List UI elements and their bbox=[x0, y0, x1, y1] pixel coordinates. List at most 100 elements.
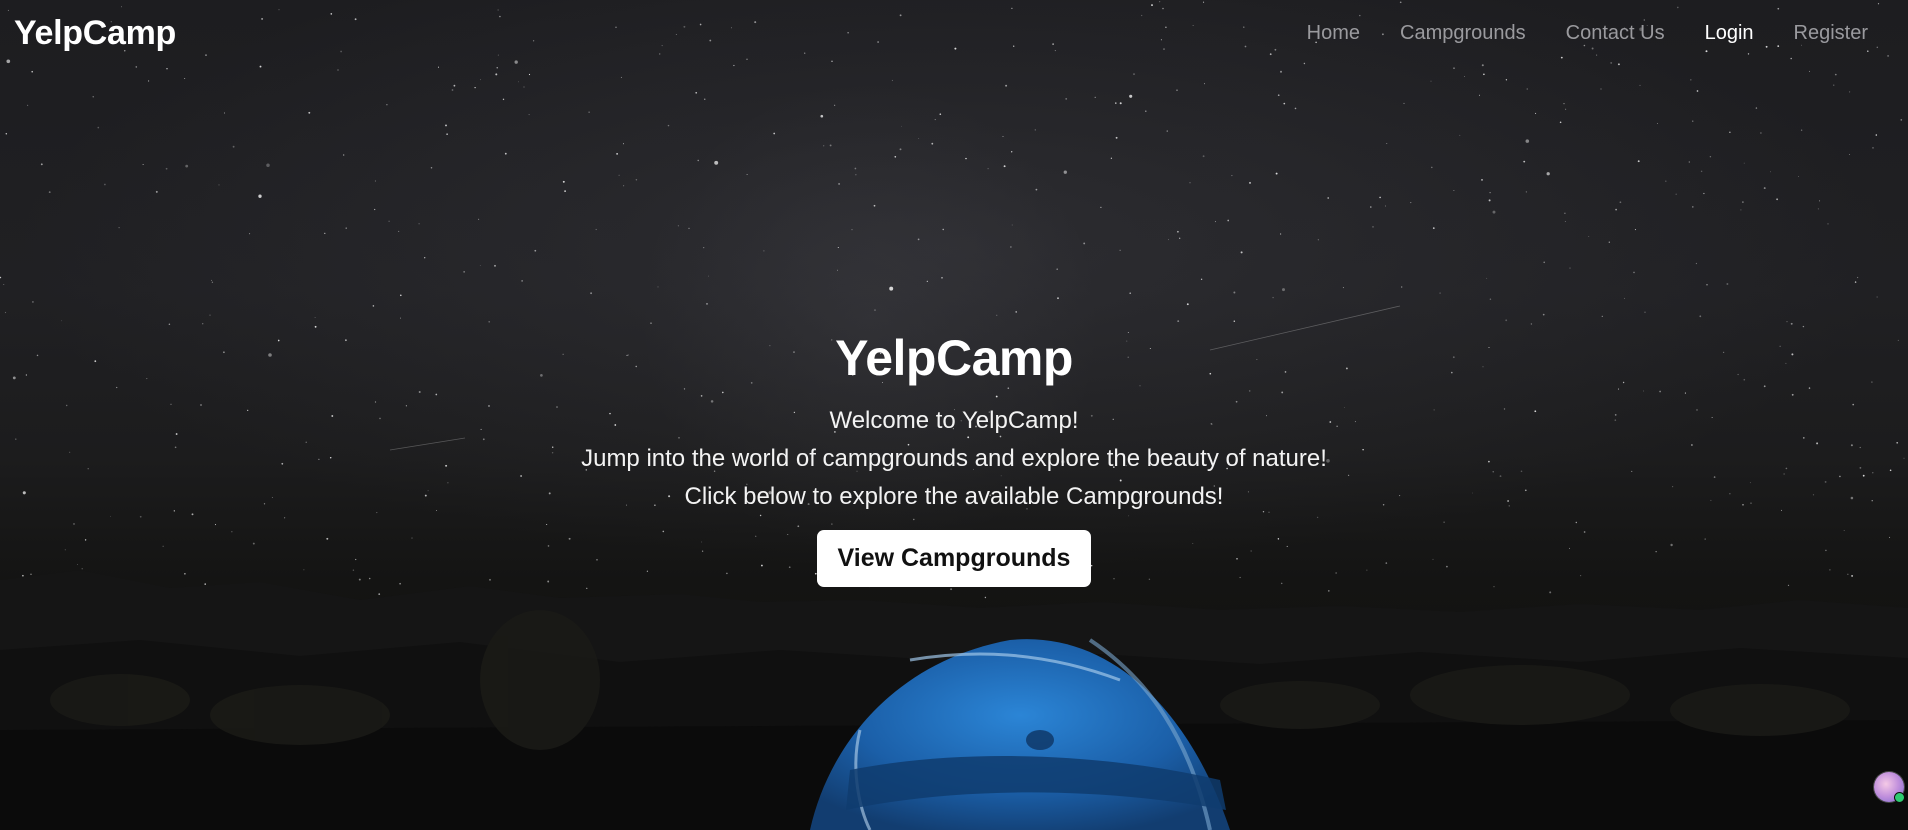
tent-illustration bbox=[810, 638, 1230, 830]
star bbox=[1179, 237, 1181, 239]
star bbox=[1726, 283, 1729, 285]
star bbox=[1790, 322, 1793, 325]
star bbox=[851, 228, 853, 231]
star bbox=[1633, 271, 1635, 274]
star bbox=[92, 96, 94, 98]
star bbox=[1692, 120, 1694, 122]
star bbox=[372, 305, 375, 307]
star bbox=[1563, 103, 1565, 105]
star bbox=[889, 286, 894, 291]
star bbox=[1488, 199, 1491, 202]
star bbox=[1709, 155, 1712, 158]
star bbox=[1489, 191, 1491, 194]
star bbox=[837, 246, 839, 249]
star bbox=[504, 152, 507, 155]
star bbox=[1063, 170, 1067, 174]
star bbox=[1634, 229, 1636, 231]
star bbox=[616, 153, 618, 155]
star bbox=[1370, 206, 1372, 208]
star bbox=[398, 230, 400, 232]
star bbox=[667, 124, 670, 127]
star bbox=[1564, 221, 1566, 222]
star bbox=[201, 322, 204, 325]
star bbox=[1401, 286, 1403, 288]
star bbox=[1486, 277, 1488, 279]
star bbox=[453, 84, 456, 87]
star bbox=[873, 204, 876, 207]
nav-login-link[interactable]: Login bbox=[1705, 22, 1754, 45]
star bbox=[590, 292, 593, 295]
star bbox=[1272, 296, 1274, 299]
star bbox=[118, 226, 120, 229]
star bbox=[1280, 70, 1282, 73]
star bbox=[657, 286, 659, 288]
star bbox=[931, 142, 934, 145]
nav-register-link[interactable]: Register bbox=[1794, 22, 1868, 45]
star bbox=[480, 79, 481, 81]
star bbox=[418, 223, 420, 225]
star bbox=[1372, 226, 1374, 228]
star bbox=[31, 70, 33, 73]
star bbox=[223, 112, 226, 114]
landing-page: YelpCamp Home Campgrounds Contact Us Log… bbox=[0, 0, 1908, 830]
star bbox=[479, 264, 481, 266]
star bbox=[400, 294, 402, 297]
star bbox=[1755, 107, 1758, 109]
star bbox=[901, 125, 902, 127]
star bbox=[1283, 102, 1286, 105]
star bbox=[5, 133, 8, 135]
star bbox=[1177, 320, 1180, 322]
star bbox=[1129, 94, 1133, 98]
star bbox=[374, 180, 376, 182]
star bbox=[677, 225, 680, 227]
star bbox=[1619, 201, 1622, 204]
star bbox=[1430, 80, 1432, 82]
star bbox=[388, 220, 390, 222]
star bbox=[0, 276, 2, 279]
star bbox=[1342, 287, 1344, 289]
star bbox=[695, 91, 698, 94]
star bbox=[1233, 291, 1236, 294]
star bbox=[534, 249, 537, 252]
star bbox=[1665, 180, 1667, 182]
star bbox=[1505, 319, 1508, 322]
star bbox=[1464, 76, 1466, 77]
user-avatar-icon[interactable] bbox=[1874, 772, 1905, 803]
star bbox=[1492, 210, 1496, 214]
star bbox=[874, 309, 876, 311]
star bbox=[1275, 172, 1278, 175]
star bbox=[1282, 288, 1285, 292]
star bbox=[703, 247, 705, 249]
view-campgrounds-button[interactable]: View Campgrounds bbox=[816, 530, 1092, 587]
star bbox=[446, 133, 448, 135]
star bbox=[1035, 188, 1038, 191]
star bbox=[1279, 233, 1282, 235]
hero-section: YelpCamp Welcome to YelpCamp! Jump into … bbox=[0, 328, 1908, 587]
star bbox=[1167, 239, 1169, 241]
star bbox=[1690, 79, 1692, 81]
star bbox=[1696, 90, 1699, 92]
star bbox=[1542, 313, 1545, 316]
star bbox=[1729, 131, 1731, 133]
star bbox=[1034, 129, 1036, 131]
star bbox=[1115, 102, 1117, 104]
star bbox=[31, 300, 34, 303]
nav-home-link[interactable]: Home bbox=[1307, 22, 1360, 45]
nav-campgrounds-link[interactable]: Campgrounds bbox=[1400, 22, 1526, 45]
star bbox=[1740, 209, 1742, 211]
star bbox=[1900, 119, 1903, 121]
star bbox=[1166, 130, 1168, 132]
star bbox=[1214, 221, 1216, 223]
star bbox=[1525, 191, 1528, 193]
star bbox=[1483, 73, 1485, 76]
brand-logo[interactable]: YelpCamp bbox=[14, 14, 176, 53]
star bbox=[1525, 139, 1530, 143]
star bbox=[891, 79, 893, 82]
star bbox=[1481, 179, 1483, 181]
star bbox=[1489, 298, 1492, 300]
star bbox=[1129, 292, 1132, 295]
star bbox=[1249, 181, 1251, 184]
nav-contact-link[interactable]: Contact Us bbox=[1566, 22, 1665, 45]
online-status-icon bbox=[1894, 792, 1905, 803]
star bbox=[588, 111, 590, 113]
